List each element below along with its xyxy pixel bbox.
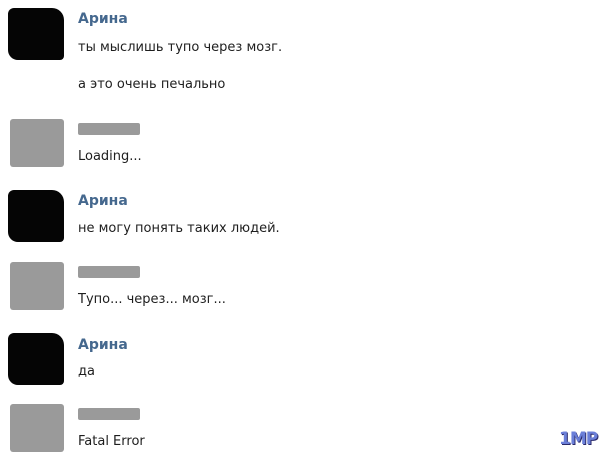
avatar[interactable] xyxy=(10,119,64,167)
redacted-author-name xyxy=(78,266,140,278)
avatar[interactable] xyxy=(10,262,64,310)
author-name[interactable]: Арина xyxy=(78,337,128,353)
message-text: а это очень печально xyxy=(78,77,226,92)
author-name[interactable]: Арина xyxy=(78,11,128,27)
message-text: не могу понять таких людей. xyxy=(78,221,280,236)
redacted-author-name xyxy=(78,123,140,135)
avatar[interactable] xyxy=(8,8,64,60)
avatar[interactable] xyxy=(8,333,64,385)
avatar[interactable] xyxy=(10,404,64,452)
message-text: Тупо... через... мозг... xyxy=(78,292,226,307)
redacted-author-name xyxy=(78,408,140,420)
message-text: Loading... xyxy=(78,149,142,164)
avatar[interactable] xyxy=(8,190,64,242)
message-text: да xyxy=(78,364,95,379)
message-text: ты мыслишь тупо через мозг. xyxy=(78,40,283,55)
author-name[interactable]: Арина xyxy=(78,193,128,209)
watermark-logo: 1MP xyxy=(559,429,598,449)
message-text: Fatal Error xyxy=(78,434,145,449)
